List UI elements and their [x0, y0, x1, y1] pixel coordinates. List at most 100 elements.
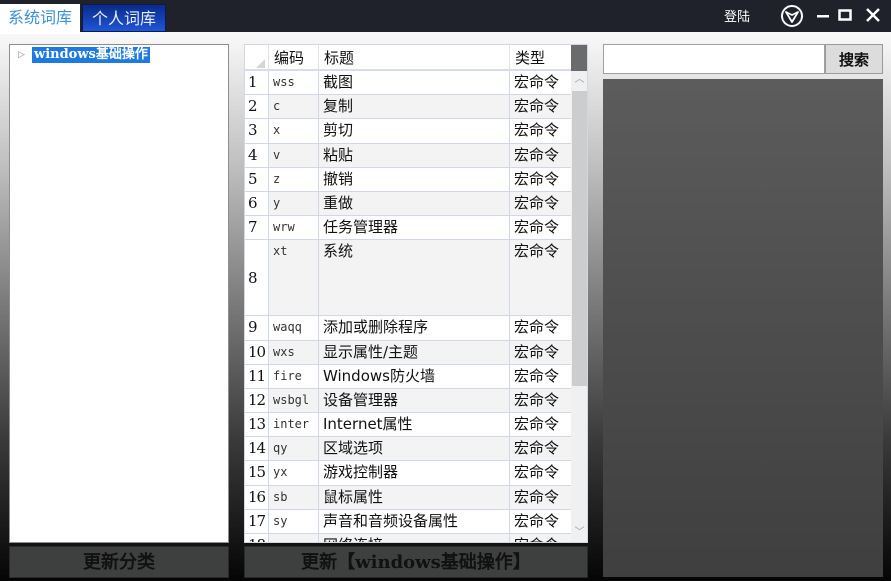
row-number[interactable]: 11 — [245, 364, 269, 388]
table-row[interactable]: 5 z 撤销 宏命令 — [245, 167, 571, 192]
column-header-code[interactable]: 编码 — [269, 45, 319, 71]
expand-arrow-icon[interactable]: ▷ — [18, 49, 28, 61]
close-icon[interactable] — [862, 4, 886, 28]
login-link[interactable]: 登陆 — [724, 6, 750, 25]
row-number[interactable]: 1 — [245, 71, 269, 95]
cell-type[interactable]: 宏命令 — [510, 341, 571, 364]
table-row[interactable]: 2 c 复制 宏命令 — [245, 95, 571, 120]
table-row[interactable]: 7 wrw 任务管理器 宏命令 — [245, 216, 571, 241]
maximize-icon[interactable] — [834, 4, 858, 28]
scrollbar-thumb[interactable] — [572, 91, 587, 386]
cell-title[interactable]: Windows防火墙 — [319, 364, 510, 388]
cell-type[interactable]: 宏命令 — [510, 389, 571, 412]
minimize-icon[interactable] — [812, 4, 836, 28]
tree-item-label[interactable]: windows基础操作 — [32, 47, 150, 63]
row-number[interactable]: 3 — [245, 119, 269, 143]
cell-type[interactable]: 宏命令 — [510, 71, 571, 94]
cell-title[interactable]: 截图 — [319, 71, 510, 95]
cell-code[interactable]: x — [269, 119, 319, 143]
tab-personal-dictionary[interactable]: 个人词库 — [82, 4, 166, 32]
table-row[interactable]: 10 wxs 显示属性/主题 宏命令 — [245, 340, 571, 365]
table-row[interactable]: 4 v 粘贴 宏命令 — [245, 143, 571, 168]
cell-code[interactable]: qy — [269, 437, 319, 461]
cell-title[interactable]: 设备管理器 — [319, 388, 510, 413]
cell-title[interactable]: 粘贴 — [319, 143, 510, 167]
cell-type[interactable]: 宏命令 — [510, 316, 571, 339]
cell-code[interactable]: v — [269, 143, 319, 167]
cell-type[interactable]: 宏命令 — [510, 168, 571, 191]
cell-type[interactable]: 宏命令 — [510, 413, 571, 436]
row-number[interactable]: 17 — [245, 509, 269, 533]
cell-title[interactable]: 网络连接 — [319, 534, 510, 542]
cell-code[interactable]: z — [269, 167, 319, 191]
scroll-up-icon[interactable]: ︿ — [571, 71, 587, 89]
cell-code[interactable]: wss — [269, 71, 319, 95]
cell-type[interactable]: 宏命令 — [510, 216, 571, 239]
table-row[interactable]: 6 y 重做 宏命令 — [245, 191, 571, 217]
row-number[interactable]: 4 — [245, 143, 269, 167]
logo-icon[interactable] — [780, 4, 804, 28]
cell-title[interactable]: 添加或删除程序 — [319, 316, 510, 340]
select-all-corner[interactable] — [245, 45, 269, 71]
cell-type[interactable]: 宏命令 — [510, 461, 571, 484]
tree-item-windows-basic[interactable]: ▷ windows基础操作 — [18, 47, 150, 63]
table-row[interactable]: 11 fire Windows防火墙 宏命令 — [245, 364, 571, 389]
cell-type[interactable]: 宏命令 — [510, 240, 571, 315]
row-number[interactable]: 14 — [245, 437, 269, 461]
cell-code[interactable]: sy — [269, 509, 319, 533]
table-row[interactable]: 13 inter Internet属性 宏命令 — [245, 413, 571, 438]
cell-code[interactable]: y — [269, 191, 319, 216]
scroll-down-icon[interactable]: ﹀ — [571, 524, 587, 542]
cell-title[interactable]: 鼠标属性 — [319, 485, 510, 509]
table-row[interactable]: 18 网络连接宏命令 — [245, 534, 571, 542]
cell-title[interactable]: 游戏控制器 — [319, 461, 510, 485]
cell-title[interactable]: 声音和音频设备属性 — [319, 509, 510, 533]
table-row[interactable]: 8 xt 系统 宏命令 — [245, 240, 571, 317]
cell-type[interactable]: 宏命令 — [510, 365, 571, 388]
row-number[interactable]: 8 — [245, 240, 269, 316]
cell-title[interactable]: 系统 — [319, 240, 510, 316]
cell-title[interactable]: 区域选项 — [319, 437, 510, 461]
cell-code[interactable]: yx — [269, 461, 319, 485]
search-input[interactable] — [603, 44, 825, 74]
cell-type[interactable]: 宏命令 — [510, 119, 571, 142]
update-group-button[interactable]: 更新【windows基础操作】 — [244, 546, 588, 578]
cell-type[interactable]: 宏命令 — [510, 95, 571, 118]
table-row[interactable]: 9 waqq 添加或删除程序 宏命令 — [245, 316, 571, 341]
cell-type[interactable]: 宏命令 — [510, 192, 571, 215]
cell-code[interactable]: inter — [269, 413, 319, 437]
cell-code[interactable]: wsbgl — [269, 388, 319, 413]
cell-type[interactable]: 宏命令 — [510, 144, 571, 167]
search-button[interactable]: 搜索 — [825, 44, 883, 74]
table-row[interactable]: 12 wsbgl 设备管理器 宏命令 — [245, 388, 571, 414]
cell-code[interactable]: sb — [269, 485, 319, 509]
cell-code[interactable]: waqq — [269, 316, 319, 340]
update-category-button[interactable]: 更新分类 — [9, 546, 229, 578]
cell-type[interactable]: 宏命令 — [510, 510, 571, 533]
cell-code[interactable]: xt — [269, 240, 319, 316]
row-number[interactable]: 15 — [245, 461, 269, 485]
cell-code[interactable] — [269, 534, 319, 542]
table-row[interactable]: 16 sb 鼠标属性 宏命令 — [245, 485, 571, 510]
row-number[interactable]: 5 — [245, 167, 269, 191]
cell-title[interactable]: 任务管理器 — [319, 216, 510, 240]
cell-code[interactable]: wxs — [269, 340, 319, 364]
table-row[interactable]: 17 sy 声音和音频设备属性 宏命令 — [245, 509, 571, 534]
cell-title[interactable]: 撤销 — [319, 167, 510, 191]
row-number[interactable]: 10 — [245, 340, 269, 364]
row-number[interactable]: 16 — [245, 485, 269, 509]
cell-code[interactable]: wrw — [269, 216, 319, 240]
table-row[interactable]: 15 yx 游戏控制器 宏命令 — [245, 461, 571, 486]
cell-title[interactable]: 重做 — [319, 191, 510, 216]
row-number[interactable]: 18 — [245, 534, 269, 542]
cell-code[interactable]: fire — [269, 364, 319, 388]
table-row[interactable]: 1 wss 截图 宏命令 — [245, 71, 571, 96]
cell-code[interactable]: c — [269, 95, 319, 119]
table-row[interactable]: 14 qy 区域选项 宏命令 — [245, 437, 571, 462]
row-number[interactable]: 6 — [245, 191, 269, 216]
column-header-type[interactable]: 类型 — [510, 45, 571, 71]
row-number[interactable]: 9 — [245, 316, 269, 340]
cell-type[interactable]: 宏命令 — [510, 437, 571, 460]
cell-title[interactable]: 复制 — [319, 95, 510, 119]
cell-type[interactable]: 宏命令 — [510, 534, 571, 542]
